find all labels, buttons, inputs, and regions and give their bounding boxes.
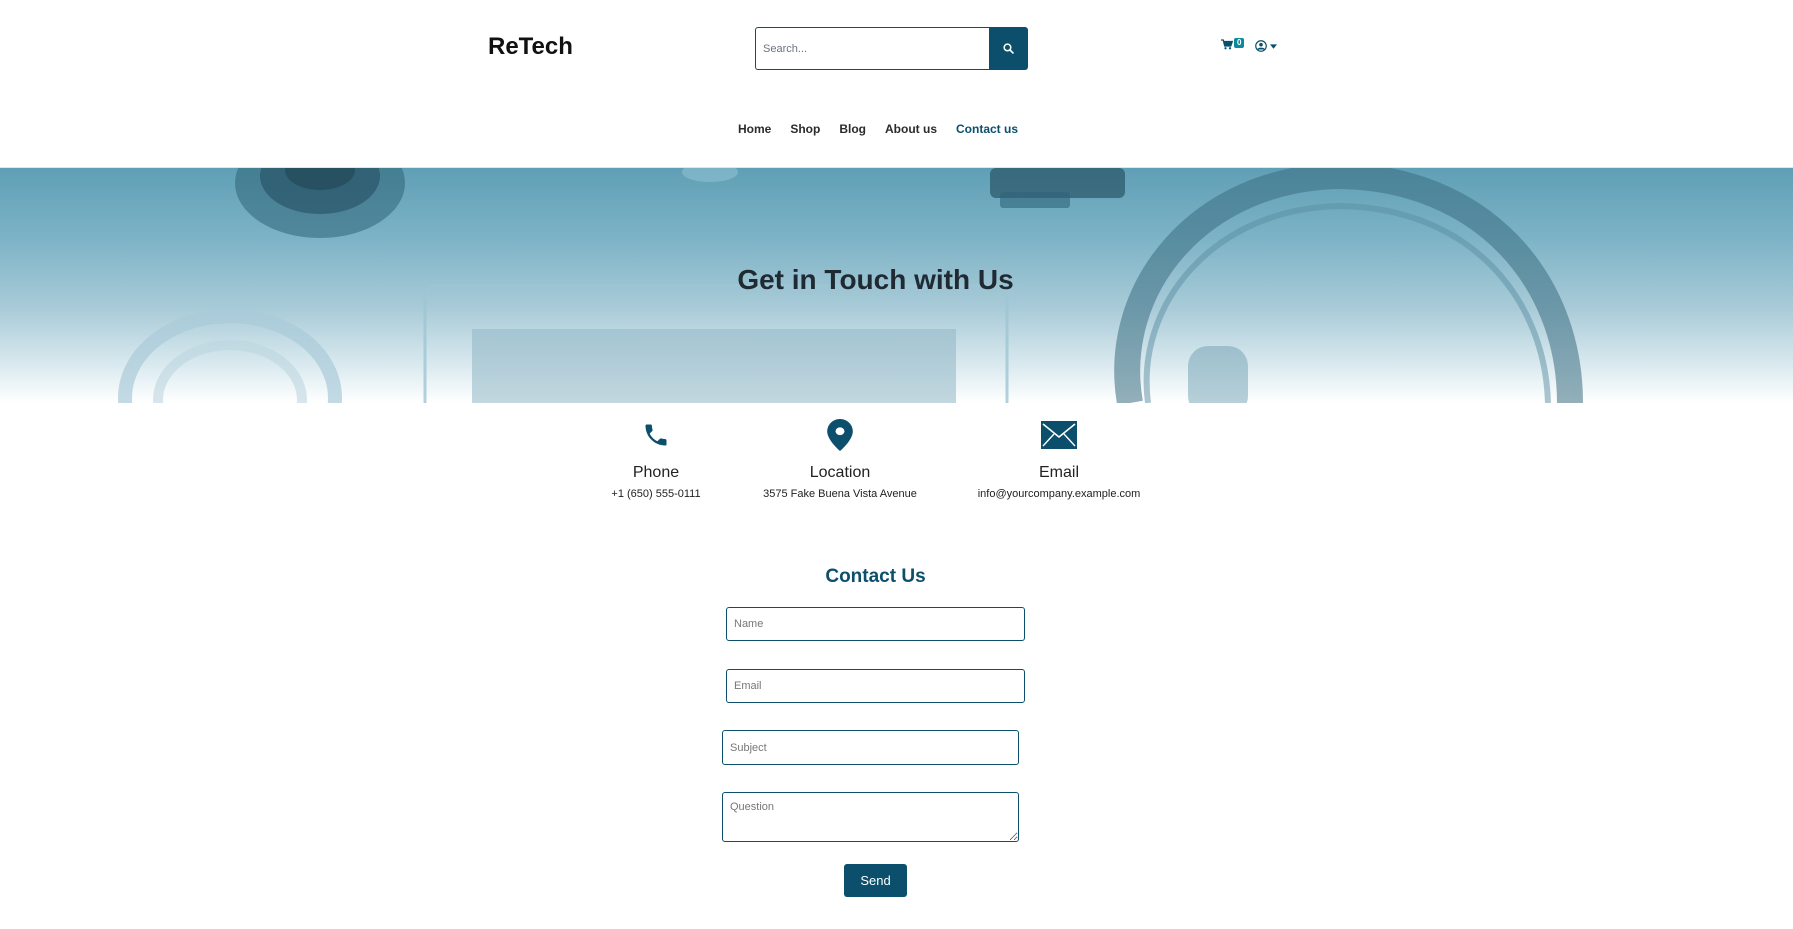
location-label: Location (809, 464, 871, 481)
nav-shop[interactable]: Shop (790, 122, 820, 136)
email-label: Email (1038, 464, 1079, 481)
shopping-cart-icon (1221, 39, 1233, 50)
search-input[interactable] (755, 27, 989, 70)
cart-button[interactable]: 0 (1221, 38, 1245, 50)
user-menu-toggle[interactable] (1255, 40, 1277, 52)
hero-banner: Get in Touch with Us (0, 168, 1793, 403)
email-field[interactable] (726, 669, 1025, 703)
nav-home[interactable]: Home (738, 122, 771, 136)
name-field[interactable] (726, 607, 1025, 641)
nav-contact-us[interactable]: Contact us (956, 122, 1018, 136)
question-field[interactable] (722, 792, 1019, 842)
caret-down-icon (1270, 43, 1277, 49)
search-icon (1003, 43, 1014, 54)
cart-count-badge: 0 (1234, 38, 1245, 48)
contact-phone: Phone +1 (650) 555-0111 (606, 418, 706, 500)
contact-form-title: Contact Us (825, 566, 926, 587)
contact-email: Email info@yourcompany.example.com (974, 418, 1144, 500)
location-value: 3575 Fake Buena Vista Avenue (763, 488, 917, 500)
nav-blog[interactable]: Blog (839, 122, 866, 136)
phone-icon (645, 424, 667, 446)
phone-value: +1 (650) 555-0111 (611, 488, 701, 500)
location-pin-icon (827, 419, 853, 451)
main-navigation: Home Shop Blog About us Contact us (0, 122, 1793, 136)
user-circle-icon (1255, 40, 1267, 52)
hero-title: Get in Touch with Us (737, 264, 1014, 295)
site-header: ReTech 0 Home Shop (0, 0, 1793, 168)
search-button[interactable] (989, 27, 1028, 70)
email-value: info@yourcompany.example.com (977, 488, 1141, 500)
send-button[interactable]: Send (844, 864, 907, 897)
nav-about-us[interactable]: About us (885, 122, 937, 136)
phone-label: Phone (632, 464, 680, 481)
subject-field[interactable] (722, 730, 1019, 765)
brand-logo[interactable]: ReTech (488, 33, 573, 61)
contact-location: Location 3575 Fake Buena Vista Avenue (758, 418, 922, 500)
envelope-icon (1041, 421, 1077, 449)
search-bar (755, 27, 1028, 70)
